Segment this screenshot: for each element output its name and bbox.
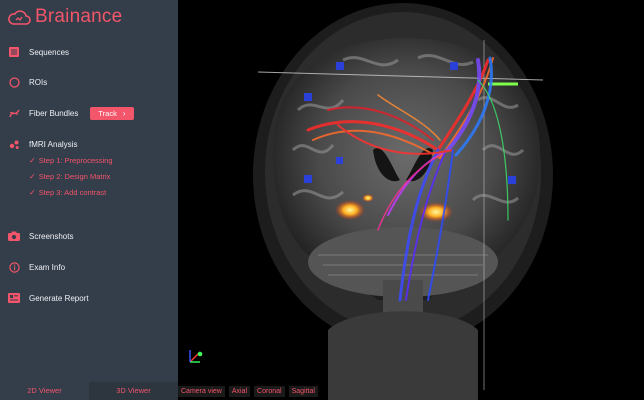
tab-3d-viewer[interactable]: 3D Viewer bbox=[89, 382, 178, 400]
brand[interactable]: Brainance bbox=[7, 5, 122, 29]
cloud-icon bbox=[8, 10, 31, 25]
sidebar-item-exam-info[interactable]: Exam Info bbox=[8, 259, 65, 275]
track-button-label: Track bbox=[98, 108, 117, 118]
sidebar-item-label: Screenshots bbox=[29, 231, 74, 241]
tab-coronal[interactable]: Coronal bbox=[254, 385, 285, 397]
fiber-icon bbox=[8, 107, 20, 119]
chevron-right-icon: › bbox=[122, 108, 126, 118]
tab-axial[interactable]: Axial bbox=[228, 385, 251, 397]
check-icon: ✓ bbox=[29, 172, 36, 181]
viewer-tabs: 2D Viewer 3D Viewer bbox=[0, 382, 178, 400]
report-icon bbox=[8, 292, 20, 304]
tab-camera-view[interactable]: Camera view bbox=[178, 385, 225, 397]
view-tabs: Camera view Axial Coronal Sagittal bbox=[178, 385, 322, 397]
sidebar-item-generate-report[interactable]: Generate Report bbox=[8, 290, 89, 306]
step-design-matrix[interactable]: ✓ Step 2: Design Matrix bbox=[29, 172, 110, 181]
sidebar-item-screenshots[interactable]: Screenshots bbox=[8, 228, 73, 244]
tab-sagittal[interactable]: Sagittal bbox=[288, 385, 318, 397]
axes-gizmo bbox=[189, 350, 203, 363]
step-preprocessing[interactable]: ✓ Step 1: Preprocessing bbox=[29, 156, 113, 165]
brand-name: Brainance bbox=[35, 6, 123, 27]
brain-mri-render bbox=[189, 3, 553, 400]
sidebar: Brainance Sequences ROIs Fiber Bundles T… bbox=[0, 0, 178, 400]
circle-icon bbox=[8, 76, 20, 88]
dots-icon bbox=[8, 138, 20, 150]
track-button[interactable]: Track › bbox=[90, 106, 134, 120]
step-label: Step 3: Add contrast bbox=[38, 188, 107, 197]
step-add-contrast[interactable]: ✓ Step 3: Add contrast bbox=[29, 188, 106, 197]
check-icon: ✓ bbox=[29, 156, 36, 165]
sidebar-item-fiber-bundles[interactable]: Fiber Bundles Track › bbox=[8, 105, 134, 121]
sidebar-item-label: Generate Report bbox=[29, 293, 89, 303]
sidebar-item-label: Exam Info bbox=[29, 262, 66, 272]
3d-viewport[interactable] bbox=[178, 0, 644, 400]
info-icon bbox=[8, 261, 20, 273]
check-icon: ✓ bbox=[29, 188, 36, 197]
sidebar-item-fmri-analysis[interactable]: fMRI Analysis bbox=[8, 136, 77, 152]
sidebar-item-label: fMRI Analysis bbox=[29, 139, 78, 149]
sidebar-item-rois[interactable]: ROIs bbox=[8, 74, 47, 90]
step-label: Step 1: Preprocessing bbox=[38, 156, 113, 165]
camera-icon bbox=[8, 230, 20, 242]
sidebar-item-label: ROIs bbox=[29, 77, 48, 87]
tab-2d-viewer[interactable]: 2D Viewer bbox=[0, 382, 89, 400]
sidebar-item-sequences[interactable]: Sequences bbox=[8, 44, 69, 60]
list-icon bbox=[8, 46, 20, 58]
step-label: Step 2: Design Matrix bbox=[38, 172, 111, 181]
sidebar-item-label: Sequences bbox=[29, 47, 70, 57]
sidebar-item-label: Fiber Bundles bbox=[29, 108, 79, 118]
